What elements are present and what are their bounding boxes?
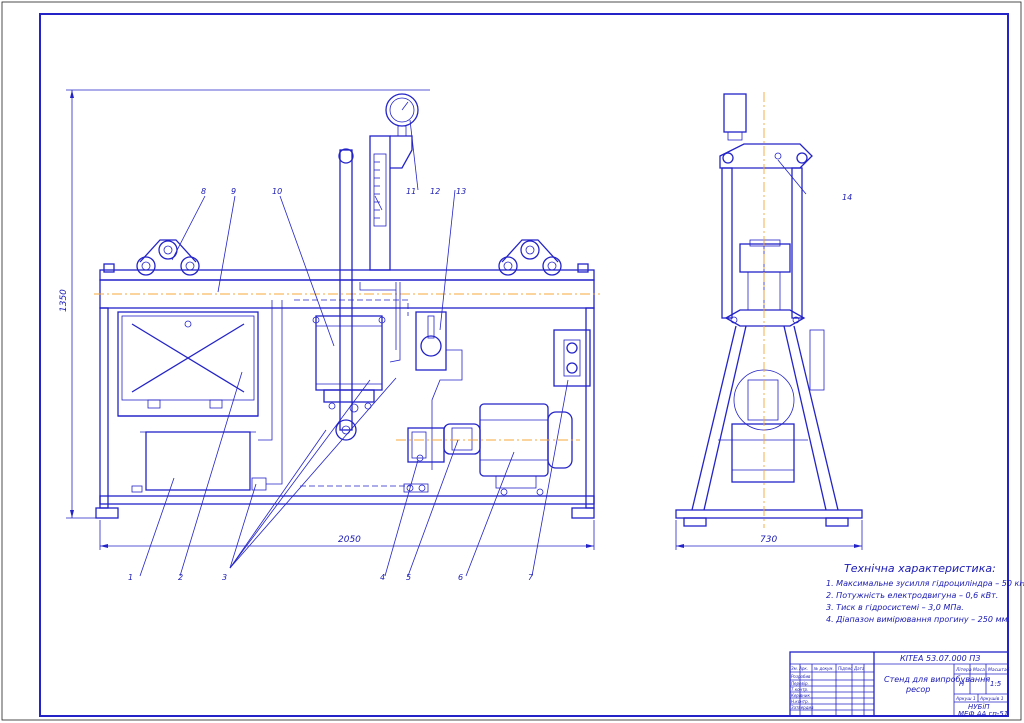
tb-row-7: Затвердив bbox=[791, 705, 814, 710]
front-leader-lines bbox=[139, 119, 807, 577]
dim-width-side: 730 bbox=[760, 535, 777, 545]
callout-6: 6 bbox=[458, 573, 463, 582]
tb-row-6: Н.контр. bbox=[791, 699, 809, 704]
tb-doc-number: КІТЕА 53.07.000 ПЗ bbox=[900, 654, 980, 663]
callout-13: 13 bbox=[456, 187, 466, 196]
title-block: КІТЕА 53.07.000 ПЗ Стенд для випробуванн… bbox=[789, 651, 1010, 718]
tb-col-doc: № докум. bbox=[813, 666, 834, 671]
tb-name-line1: Стенд для випробування bbox=[884, 675, 990, 684]
technical-drawing-sheet: 1350 2050 8 9 10 11 12 13 14 1 2 3 4 5 6… bbox=[1, 1, 1024, 721]
outer-sheet-border bbox=[1, 1, 1022, 721]
spec-item-2: 2. Потужність електродвигуна – 0,6 кВт. bbox=[826, 591, 998, 600]
callout-numbers: 8 9 10 11 12 13 14 1 2 3 4 5 6 7 bbox=[128, 187, 852, 582]
callout-11: 11 bbox=[406, 187, 416, 196]
callout-9: 9 bbox=[231, 187, 236, 196]
tb-sheet: Аркуш 1 bbox=[955, 696, 976, 702]
tb-row-2: Розробив bbox=[791, 674, 811, 679]
tb-org-line2: МЕФ АА гп-51 bbox=[958, 710, 1008, 718]
tb-row-4: Т.контр. bbox=[791, 687, 808, 692]
front-view: 1350 2050 bbox=[59, 89, 600, 550]
spec-item-4: 4. Діапазон вимірювання прогину – 250 мм… bbox=[826, 615, 1010, 624]
tb-row-3: Перевір. bbox=[791, 681, 809, 686]
tb-name-line2: ресор bbox=[905, 685, 930, 694]
tb-row-1: Зм. Арк. bbox=[791, 666, 808, 671]
tb-scale-header: Масштаб bbox=[988, 667, 1010, 673]
tb-lit-header: Літера bbox=[955, 667, 972, 673]
tb-scale-value: 1:5 bbox=[990, 680, 1002, 688]
callout-5: 5 bbox=[406, 573, 411, 582]
specification-block: Технічна характеристика: 1. Максимальне … bbox=[826, 562, 1024, 624]
dim-width-front: 2050 bbox=[338, 535, 361, 545]
tb-mass-header: Маса bbox=[973, 667, 985, 673]
spec-item-1: 1. Максимальне зусилля гідроциліндра – 5… bbox=[826, 579, 1024, 588]
spec-item-3: 3. Тиск в гідросистемі – 3,0 МПа. bbox=[826, 603, 964, 612]
callout-8: 8 bbox=[201, 187, 206, 196]
callout-7: 7 bbox=[528, 573, 534, 582]
callout-2: 2 bbox=[178, 573, 183, 582]
dim-height: 1350 bbox=[59, 289, 69, 312]
callout-12: 12 bbox=[430, 187, 440, 196]
spec-title: Технічна характеристика: bbox=[844, 562, 996, 575]
side-view: 730 bbox=[675, 92, 863, 550]
tb-sheets: Аркушів 1 bbox=[979, 696, 1004, 702]
callout-10: 10 bbox=[272, 187, 282, 196]
tb-row-5: Керівник bbox=[791, 693, 811, 698]
tb-col-date: Дата bbox=[853, 666, 865, 671]
callout-4: 4 bbox=[380, 573, 385, 582]
tb-lit-value: Н bbox=[959, 680, 965, 688]
tb-col-sign: Підпис bbox=[838, 666, 853, 671]
callout-1: 1 bbox=[128, 573, 133, 582]
callout-14: 14 bbox=[842, 193, 852, 202]
callout-3: 3 bbox=[222, 573, 227, 582]
